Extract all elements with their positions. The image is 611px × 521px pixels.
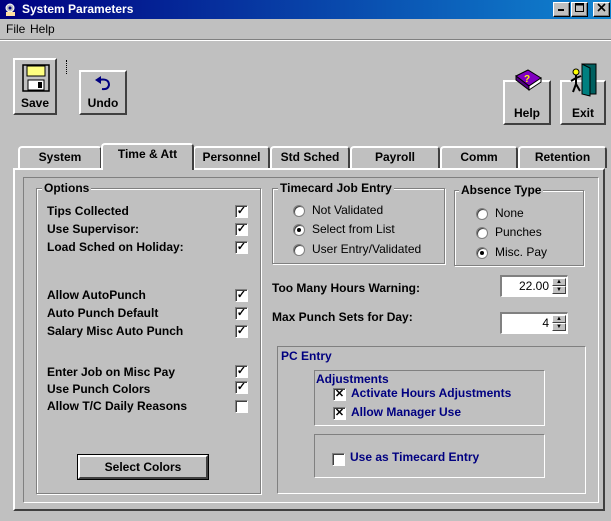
help-button[interactable]: ? Help: [503, 69, 551, 125]
allow-manager-use-label: Allow Manager Use: [351, 405, 462, 419]
menu-bar: File Help: [0, 20, 611, 38]
floppy-disk-icon: [22, 64, 50, 92]
tips-collected-checkbox[interactable]: ✓: [235, 205, 248, 218]
minimize-button[interactable]: [553, 2, 570, 17]
use-as-timecard-entry-label: Use as Timecard Entry: [350, 450, 480, 464]
too-many-hours-spinner[interactable]: 22.00 ▲ ▼: [500, 275, 568, 297]
tab-comm[interactable]: Comm: [440, 146, 518, 168]
option-label: Salary Misc Auto Punch: [47, 324, 184, 338]
gear-hand-icon: [3, 2, 18, 17]
select-from-list-radio[interactable]: [293, 224, 305, 236]
auto-punch-default-checkbox[interactable]: ✓: [235, 307, 248, 320]
adjustments-title: Adjustments: [316, 372, 389, 386]
max-punch-sets-spinner[interactable]: 4 ▲ ▼: [500, 312, 568, 334]
too-many-hours-label: Too Many Hours Warning:: [272, 281, 420, 295]
activate-hours-adjustments-checkbox[interactable]: ✕: [333, 388, 346, 401]
options-group-title: Options: [42, 181, 92, 195]
allow-autopunch-checkbox[interactable]: ✓: [235, 289, 248, 302]
option-label: Use Supervisor:: [47, 222, 140, 236]
option-label: Allow AutoPunch: [47, 288, 146, 302]
radio-label: Not Validated: [312, 203, 384, 217]
pc-entry-title: PC Entry: [281, 349, 332, 363]
spin-down-icon[interactable]: ▼: [552, 286, 566, 294]
use-punch-colors-checkbox[interactable]: ✓: [235, 381, 248, 394]
option-label: Allow T/C Daily Reasons: [47, 399, 188, 413]
tab-retention[interactable]: Retention: [518, 146, 607, 168]
timecard-job-entry-title: Timecard Job Entry: [278, 181, 394, 195]
option-label: Load Sched on Holiday:: [47, 240, 184, 254]
help-book-icon: ?: [515, 69, 542, 92]
spin-down-icon[interactable]: ▼: [552, 323, 566, 331]
save-button[interactable]: Save: [13, 58, 57, 115]
too-many-hours-spin-buttons[interactable]: ▲ ▼: [552, 278, 566, 295]
spin-up-icon[interactable]: ▲: [552, 278, 566, 286]
radio-label: Punches: [495, 225, 542, 239]
exit-button-label: Exit: [571, 106, 594, 120]
window-title: System Parameters: [22, 2, 134, 16]
spin-up-icon[interactable]: ▲: [552, 315, 566, 323]
menu-file[interactable]: File: [6, 22, 25, 36]
save-button-label: Save: [20, 96, 50, 110]
radio-label: Misc. Pay: [495, 245, 548, 259]
max-punch-sets-value[interactable]: 4: [542, 316, 549, 330]
salary-misc-auto-punch-checkbox[interactable]: ✓: [235, 325, 248, 338]
undo-button-label: Undo: [87, 96, 119, 110]
minimize-icon: [558, 9, 564, 11]
tab-std-sched[interactable]: Std Sched: [270, 146, 350, 168]
not-validated-radio[interactable]: [293, 205, 305, 217]
menu-help[interactable]: Help: [30, 22, 55, 36]
help-button-label: Help: [513, 106, 540, 120]
max-punch-sets-label: Max Punch Sets for Day:: [272, 310, 413, 324]
select-colors-button[interactable]: Select Colors: [77, 454, 209, 480]
exit-door-icon: [570, 63, 597, 97]
radio-label: Select from List: [312, 222, 395, 236]
tab-system[interactable]: System: [18, 146, 102, 168]
max-punch-sets-spin-buttons[interactable]: ▲ ▼: [552, 315, 566, 332]
absence-misc-pay-radio[interactable]: [476, 247, 488, 259]
activate-hours-adjustments-label: Activate Hours Adjustments: [351, 386, 512, 400]
absence-type-title: Absence Type: [459, 183, 544, 197]
use-as-timecard-entry-checkbox[interactable]: [332, 453, 345, 466]
radio-label: None: [495, 206, 524, 220]
absence-punches-radio[interactable]: [476, 227, 488, 239]
close-icon: [597, 3, 606, 12]
tab-personnel[interactable]: Personnel: [193, 146, 270, 168]
undo-button[interactable]: Undo: [79, 70, 127, 115]
maximize-button[interactable]: [571, 2, 588, 17]
maximize-icon: [575, 3, 584, 12]
option-label: Tips Collected: [47, 204, 129, 218]
allow-manager-use-checkbox[interactable]: ✕: [333, 407, 346, 420]
title-bar: System Parameters: [0, 0, 611, 19]
load-sched-holiday-checkbox[interactable]: ✓: [235, 241, 248, 254]
use-supervisor-checkbox[interactable]: ✓: [235, 223, 248, 236]
radio-label: User Entry/Validated: [312, 242, 422, 256]
tab-payroll[interactable]: Payroll: [350, 146, 440, 168]
user-entry-validated-radio[interactable]: [293, 244, 305, 256]
close-button[interactable]: [593, 2, 610, 17]
too-many-hours-value[interactable]: 22.00: [519, 279, 549, 293]
option-label: Use Punch Colors: [47, 382, 151, 396]
exit-button[interactable]: Exit: [560, 63, 606, 125]
enter-job-misc-pay-checkbox[interactable]: ✓: [235, 365, 248, 378]
undo-arrow-icon: [95, 76, 111, 91]
allow-tc-daily-reasons-checkbox[interactable]: [235, 400, 248, 413]
tab-time-att[interactable]: Time & Att: [101, 143, 194, 170]
option-label: Enter Job on Misc Pay: [47, 365, 176, 379]
svg-text:?: ?: [524, 74, 530, 85]
absence-none-radio[interactable]: [476, 208, 488, 220]
option-label: Auto Punch Default: [47, 306, 159, 320]
